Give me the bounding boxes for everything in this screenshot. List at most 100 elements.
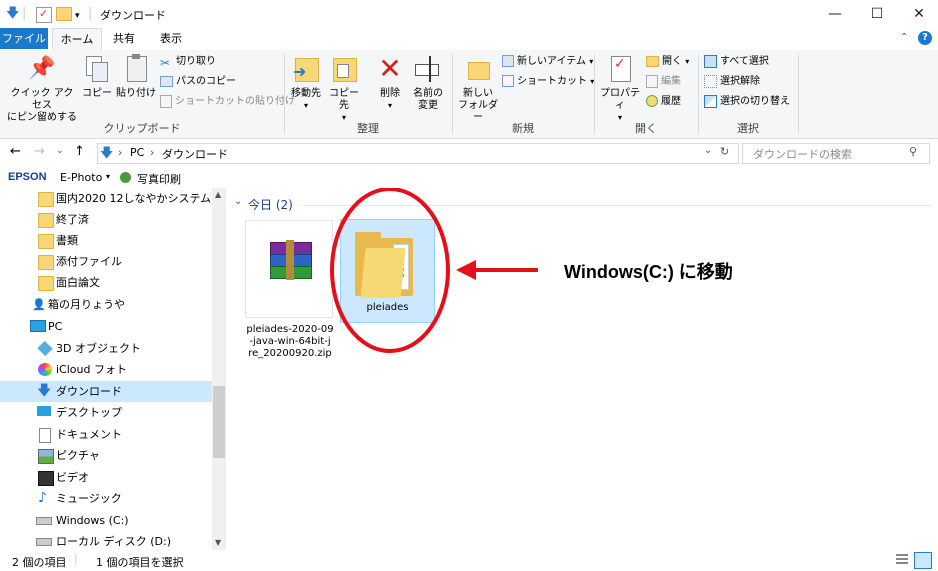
tab-file[interactable]: ファイル (0, 28, 48, 49)
rename-button[interactable]: 名前の 変更 (410, 54, 446, 112)
nav-item-label: ピクチャ (56, 449, 100, 462)
edit-label: 編集 (661, 76, 681, 87)
search-input[interactable]: ダウンロードの検索 (753, 146, 852, 162)
tab-home[interactable]: ホーム (52, 28, 102, 51)
pin-icon: 📌 (28, 56, 56, 81)
nav-item-desktop[interactable]: デスクトップ (0, 402, 212, 423)
nav-item-pc[interactable]: PC (0, 316, 212, 337)
nav-item-label: ドキュメント (56, 428, 122, 441)
minimize-button[interactable]: — (820, 4, 850, 24)
select-all-button[interactable]: すべて選択 (704, 54, 769, 70)
nav-item-folder[interactable]: 添付ファイル (0, 251, 212, 272)
open-folder-icon (646, 55, 659, 67)
nav-item-folder[interactable]: 面白論文 (0, 272, 212, 293)
icloud-photos-icon (38, 363, 52, 376)
nav-item-folder[interactable]: 国内2020 12しなやかシステム (0, 188, 212, 209)
new-folder-button[interactable]: 新しい フォルダー (456, 54, 500, 124)
paste-shortcut-label: ショートカットの貼り付け (175, 96, 295, 107)
customize-toolbar-icon[interactable]: ▾ (75, 8, 80, 24)
ephoto-menu[interactable]: E-Photo (60, 171, 102, 184)
breadcrumb-downloads[interactable]: ダウンロード (162, 146, 228, 162)
search-icon[interactable]: ⚲ (909, 145, 917, 158)
3d-objects-icon (37, 340, 53, 357)
copy-button[interactable]: コピー (82, 54, 112, 100)
nav-item-3d-objects[interactable]: 3D オブジェクト (0, 338, 212, 359)
move-to-button[interactable]: ➜ 移動先 ▾ (288, 54, 324, 112)
downloads-icon: 🡇 (100, 146, 114, 161)
select-none-button[interactable]: 選択解除 (704, 74, 760, 90)
new-folder-quick-icon[interactable] (56, 7, 72, 21)
back-arrow-icon[interactable]: ← (10, 144, 21, 159)
nav-item-user[interactable]: 👤 箱の月りょうや (0, 294, 212, 315)
new-folder-icon (463, 54, 493, 84)
photo-print-button[interactable]: 写真印刷 (137, 171, 181, 187)
select-all-label: すべて選択 (720, 56, 769, 67)
epson-logo: EPSON (8, 171, 47, 183)
paste-shortcut-button[interactable]: ショートカットの貼り付け (160, 94, 295, 110)
shortcut-button[interactable]: ショートカット ▾ (502, 74, 594, 90)
properties-icon: ✓ (605, 54, 635, 84)
paste-button[interactable]: 貼り付け (116, 54, 156, 100)
nav-item-pictures[interactable]: ピクチャ (0, 445, 212, 466)
nav-item-drive-d[interactable]: ローカル ディスク (D:) (0, 531, 212, 552)
history-button[interactable]: 履歴 (646, 94, 681, 110)
nav-item-label: ミュージック (56, 492, 122, 505)
large-icons-view-icon[interactable] (914, 552, 932, 569)
status-separator: | (74, 552, 78, 565)
nav-item-label: ダウンロード (56, 385, 122, 398)
address-bar[interactable]: 🡇 › PC › ダウンロード ⌄ ↻ (97, 143, 739, 164)
forward-arrow-icon[interactable]: → (34, 144, 45, 159)
cut-label: 切り取り (176, 56, 216, 67)
tab-share[interactable]: 共有 (104, 28, 144, 49)
new-item-button[interactable]: 新しいアイテム ▾ (502, 54, 593, 70)
collapse-ribbon-icon[interactable]: ⌃ (900, 32, 908, 43)
help-icon[interactable]: ? (918, 31, 932, 45)
up-arrow-icon[interactable]: ↑ (74, 144, 85, 159)
properties-button[interactable]: ✓ プロパティ ▾ (598, 54, 642, 124)
paste-shortcut-icon (160, 94, 172, 108)
invert-selection-button[interactable]: 選択の切り替え (704, 94, 790, 110)
nav-item-label: 添付ファイル (56, 255, 122, 268)
navigation-pane: 国内2020 12しなやかシステム 終了済 書類 添付ファイル 面白論文 👤 箱の… (0, 188, 229, 550)
nav-scrollbar[interactable]: ▲ ▼ (212, 188, 226, 550)
cut-button[interactable]: ✂ 切り取り (160, 54, 216, 70)
recent-locations-icon[interactable]: ⌄ (56, 146, 64, 156)
address-dropdown-icon[interactable]: ⌄ (704, 145, 712, 156)
user-icon: 👤 (32, 298, 46, 311)
copy-to-button[interactable]: コピー先 ▾ (326, 54, 362, 124)
copy-path-button[interactable]: パスのコピー (160, 74, 236, 90)
close-button[interactable]: ✕ (904, 4, 934, 24)
nav-item-icloud-photos[interactable]: iCloud フォト (0, 359, 212, 380)
nav-item-music[interactable]: ♪ ミュージック (0, 488, 212, 509)
copy-icon (82, 54, 112, 84)
edit-button[interactable]: 編集 (646, 74, 681, 90)
nav-item-downloads[interactable]: 🡇 ダウンロード (0, 381, 212, 402)
pin-quick-access-button[interactable]: 📌 クイック アクセス にピン留めする (6, 54, 78, 124)
nav-item-folder[interactable]: 書類 (0, 230, 212, 251)
delete-button[interactable]: ✕ 削除 ▾ (372, 54, 408, 112)
properties-quick-icon[interactable]: ✓ (36, 7, 52, 23)
copy-label: コピー (82, 88, 112, 99)
breadcrumb-pc[interactable]: PC (130, 146, 144, 159)
scroll-up-icon[interactable]: ▲ (215, 190, 221, 199)
scroll-down-icon[interactable]: ▼ (215, 538, 221, 547)
tab-view[interactable]: 表示 (150, 28, 192, 49)
dropdown-arrow-icon: ▾ (303, 101, 308, 110)
dropdown-arrow-icon[interactable]: ▾ (106, 172, 110, 181)
nav-item-videos[interactable]: ビデオ (0, 467, 212, 488)
details-view-icon[interactable] (896, 554, 908, 566)
new-item-label: 新しいアイテム (517, 56, 586, 67)
nav-item-label: 書類 (56, 234, 78, 247)
nav-item-drive-c[interactable]: Windows (C:) (0, 510, 212, 531)
music-note-icon: ♪ (38, 490, 47, 506)
nav-item-folder[interactable]: 終了済 (0, 209, 212, 230)
refresh-icon[interactable]: ↻ (720, 145, 729, 158)
open-button[interactable]: 開く ▾ (646, 54, 689, 70)
nav-scrollbar-thumb[interactable] (213, 386, 225, 458)
title-bar: 🡇 | ✓ ▾ | ダウンロード — ☐ ✕ (0, 0, 938, 28)
maximize-button[interactable]: ☐ (862, 4, 892, 24)
down-arrow-icon[interactable]: 🡇 (6, 6, 19, 22)
address-toolbar: ← → ⌄ ↑ 🡇 › PC › ダウンロード ⌄ ↻ ダウンロードの検索 ⚲ (0, 140, 938, 166)
search-box[interactable]: ダウンロードの検索 ⚲ (742, 143, 930, 164)
nav-item-documents[interactable]: ドキュメント (0, 424, 212, 445)
